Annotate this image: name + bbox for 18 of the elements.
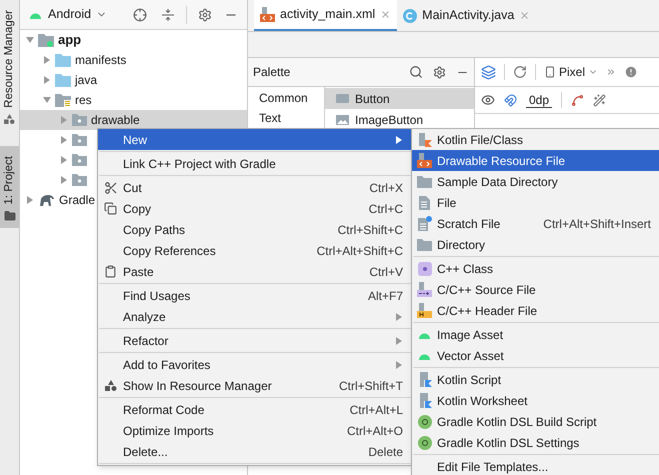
shortcut-label: Delete — [368, 444, 403, 460]
shortcut-label: Ctrl+C — [368, 200, 403, 218]
shortcut-label: Ctrl+Alt+Shift+C — [316, 242, 403, 260]
tree-item-label: drawable — [91, 112, 140, 129]
shortcut-label: Alt+F7 — [368, 288, 403, 304]
shortcut-label: Ctrl+V — [369, 264, 403, 280]
shortcut-label: Ctrl+Alt+Shift+Insert — [543, 216, 651, 232]
shortcut-label: Ctrl+Alt+O — [346, 422, 403, 440]
shortcut-label: Ctrl+Shift+C — [338, 222, 403, 238]
shortcut-label: Ctrl+Alt+L — [350, 402, 403, 418]
shortcut-label: Ctrl+Shift+T — [338, 378, 403, 394]
tree-item-label: Gradle — [59, 192, 96, 209]
tree-item-label: java — [75, 72, 98, 89]
tree-item-label: res — [75, 92, 92, 109]
tree-item-label: app — [58, 31, 82, 50]
palette-title: Palette — [253, 64, 292, 81]
shortcut-label: Ctrl+X — [369, 180, 403, 196]
tree-item-label: manifests — [75, 52, 126, 69]
